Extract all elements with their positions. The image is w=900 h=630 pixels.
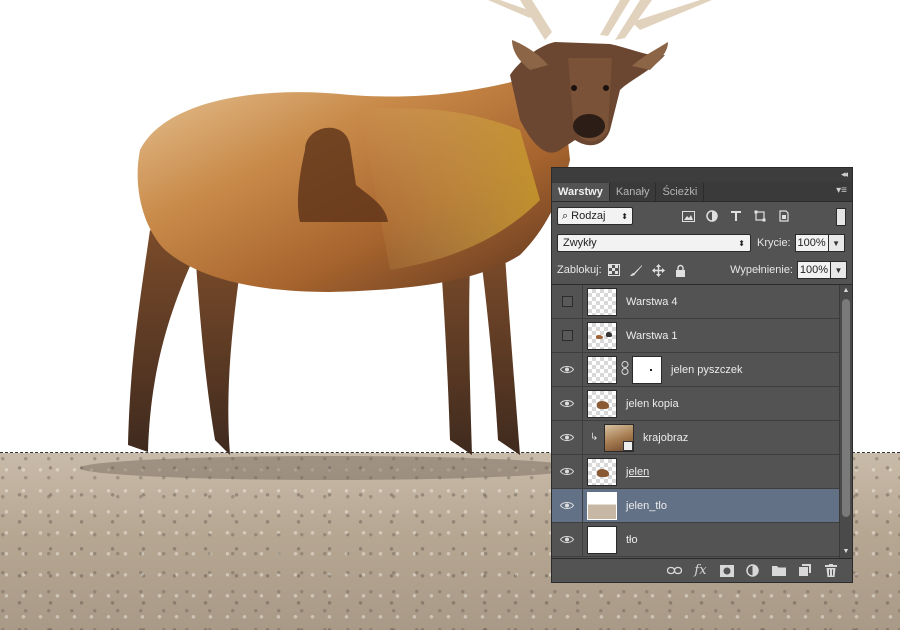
layers-panel: ◂◂ Warstwy Kanały Ścieżki ▾≡ ⌕ Rodzaj ⬍ xyxy=(551,167,853,583)
scroll-up-arrow-icon[interactable]: ▲ xyxy=(840,285,852,297)
layer-row-selected[interactable]: jelen_tlo xyxy=(552,489,839,523)
delete-layer-trash-icon[interactable] xyxy=(823,563,838,578)
lock-position-move-icon[interactable] xyxy=(651,263,665,277)
layer-row[interactable]: ↳ krajobraz xyxy=(552,421,839,455)
updown-arrow-icon: ⬍ xyxy=(621,211,628,221)
blend-row: Zwykły ⬍ Krycie: 100% ▼ xyxy=(552,230,852,256)
mask-link-chain-icon[interactable] xyxy=(621,361,629,378)
layer-row[interactable]: Warstwa 4 xyxy=(552,285,839,319)
layer-filter-row: ⌕ Rodzaj ⬍ xyxy=(552,202,852,230)
layer-row[interactable]: Warstwa 1 xyxy=(552,319,839,353)
eye-icon xyxy=(560,502,574,509)
layer-row[interactable]: jelen xyxy=(552,455,839,489)
layer-thumbnail[interactable] xyxy=(587,355,617,384)
lock-label: Zablokuj: xyxy=(557,264,602,276)
lock-row: Zablokuj: Wypełnienie: 100% ▼ xyxy=(552,256,852,285)
layers-bottom-toolbar: fx xyxy=(552,558,852,582)
new-layer-icon[interactable] xyxy=(797,563,812,578)
layer-thumbnail[interactable] xyxy=(587,457,617,486)
visibility-toggle[interactable] xyxy=(552,319,583,352)
panel-tab-bar: Warstwy Kanały Ścieżki ▾≡ xyxy=(552,182,852,202)
hidden-visibility-box xyxy=(561,296,573,307)
smart-object-thumbnail[interactable] xyxy=(604,423,634,452)
eye-icon xyxy=(560,400,574,407)
hidden-visibility-box xyxy=(561,330,573,341)
blend-mode-value: Zwykły xyxy=(563,237,597,249)
layer-thumbnail[interactable] xyxy=(587,287,617,316)
filter-kind-select[interactable]: ⌕ Rodzaj ⬍ xyxy=(557,207,633,225)
smart-object-filter-icon[interactable] xyxy=(777,209,791,223)
visibility-toggle[interactable] xyxy=(552,455,583,488)
adjustment-layer-filter-icon[interactable] xyxy=(705,209,719,223)
fill-field[interactable]: 100% xyxy=(797,261,831,279)
layer-name[interactable]: jelen xyxy=(626,466,649,478)
fill-dropdown-button[interactable]: ▼ xyxy=(831,261,847,279)
fill-label: Wypełnienie: xyxy=(730,264,793,276)
layer-name[interactable]: jelen_tlo xyxy=(626,500,667,512)
clipping-mask-arrow-icon: ↳ xyxy=(590,432,599,443)
shape-layer-filter-icon[interactable] xyxy=(753,209,767,223)
tab-warstwy[interactable]: Warstwy xyxy=(552,183,610,201)
updown-arrow-icon: ⬍ xyxy=(738,238,745,248)
lock-transparency-icon[interactable] xyxy=(608,264,621,277)
layer-name[interactable]: jelen pyszczek xyxy=(671,364,743,376)
layer-name[interactable]: Warstwa 4 xyxy=(626,296,678,308)
scrollbar-thumb[interactable] xyxy=(842,299,850,517)
blend-mode-select[interactable]: Zwykły ⬍ xyxy=(557,234,751,252)
visibility-toggle[interactable] xyxy=(552,421,583,454)
tab-sciezki[interactable]: Ścieżki xyxy=(656,183,705,201)
visibility-toggle[interactable] xyxy=(552,489,583,522)
add-layer-mask-icon[interactable] xyxy=(719,563,734,578)
new-group-folder-icon[interactable] xyxy=(771,563,786,578)
lock-pixels-brush-icon[interactable] xyxy=(629,264,643,277)
smart-object-badge-icon xyxy=(623,440,633,451)
filter-toggle-switch[interactable] xyxy=(836,208,846,226)
collapse-panel-icon[interactable]: ◂◂ xyxy=(841,169,848,180)
layer-row[interactable]: jelen pyszczek xyxy=(552,353,839,387)
search-icon: ⌕ xyxy=(562,209,569,222)
panel-title-bar[interactable]: ◂◂ xyxy=(552,168,852,182)
layers-scrollbar[interactable]: ▲ ▼ xyxy=(839,285,852,558)
layer-row[interactable]: jelen kopia xyxy=(552,387,839,421)
visibility-toggle[interactable] xyxy=(552,523,583,556)
new-adjustment-layer-icon[interactable] xyxy=(745,563,760,578)
visibility-toggle[interactable] xyxy=(552,353,583,386)
layer-mask-thumbnail[interactable] xyxy=(632,355,662,384)
eye-icon xyxy=(560,468,574,475)
layer-row[interactable]: tło xyxy=(552,523,839,557)
type-layer-filter-icon[interactable] xyxy=(729,209,743,223)
layer-name[interactable]: jelen kopia xyxy=(626,398,679,410)
layer-thumbnail[interactable] xyxy=(587,321,617,350)
layer-name[interactable]: Warstwa 1 xyxy=(626,330,678,342)
layer-thumbnail[interactable] xyxy=(587,389,617,418)
visibility-toggle[interactable] xyxy=(552,285,583,318)
filter-kind-value: Rodzaj xyxy=(571,210,606,222)
scroll-down-arrow-icon[interactable]: ▼ xyxy=(840,546,852,558)
opacity-field[interactable]: 100% xyxy=(794,234,829,252)
layer-name[interactable]: tło xyxy=(626,534,638,546)
eye-icon xyxy=(560,434,574,441)
visibility-toggle[interactable] xyxy=(552,387,583,420)
tab-kanaly[interactable]: Kanały xyxy=(610,183,657,201)
opacity-label: Krycie: xyxy=(757,237,791,249)
eye-icon xyxy=(560,366,574,373)
layers-list: Warstwa 4 Warstwa 1 jelen pyszczek jelen… xyxy=(552,285,839,558)
layer-thumbnail[interactable] xyxy=(587,525,617,554)
layer-thumbnail[interactable] xyxy=(587,491,617,520)
pixel-layer-filter-icon[interactable] xyxy=(681,209,695,223)
link-layers-icon[interactable] xyxy=(667,563,682,578)
panel-menu-icon[interactable]: ▾≡ xyxy=(836,185,847,196)
eye-icon xyxy=(560,536,574,543)
opacity-dropdown-button[interactable]: ▼ xyxy=(828,234,845,252)
lock-all-padlock-icon[interactable] xyxy=(674,264,687,277)
layer-style-fx-icon[interactable]: fx xyxy=(693,563,708,578)
layer-name[interactable]: krajobraz xyxy=(643,432,688,444)
